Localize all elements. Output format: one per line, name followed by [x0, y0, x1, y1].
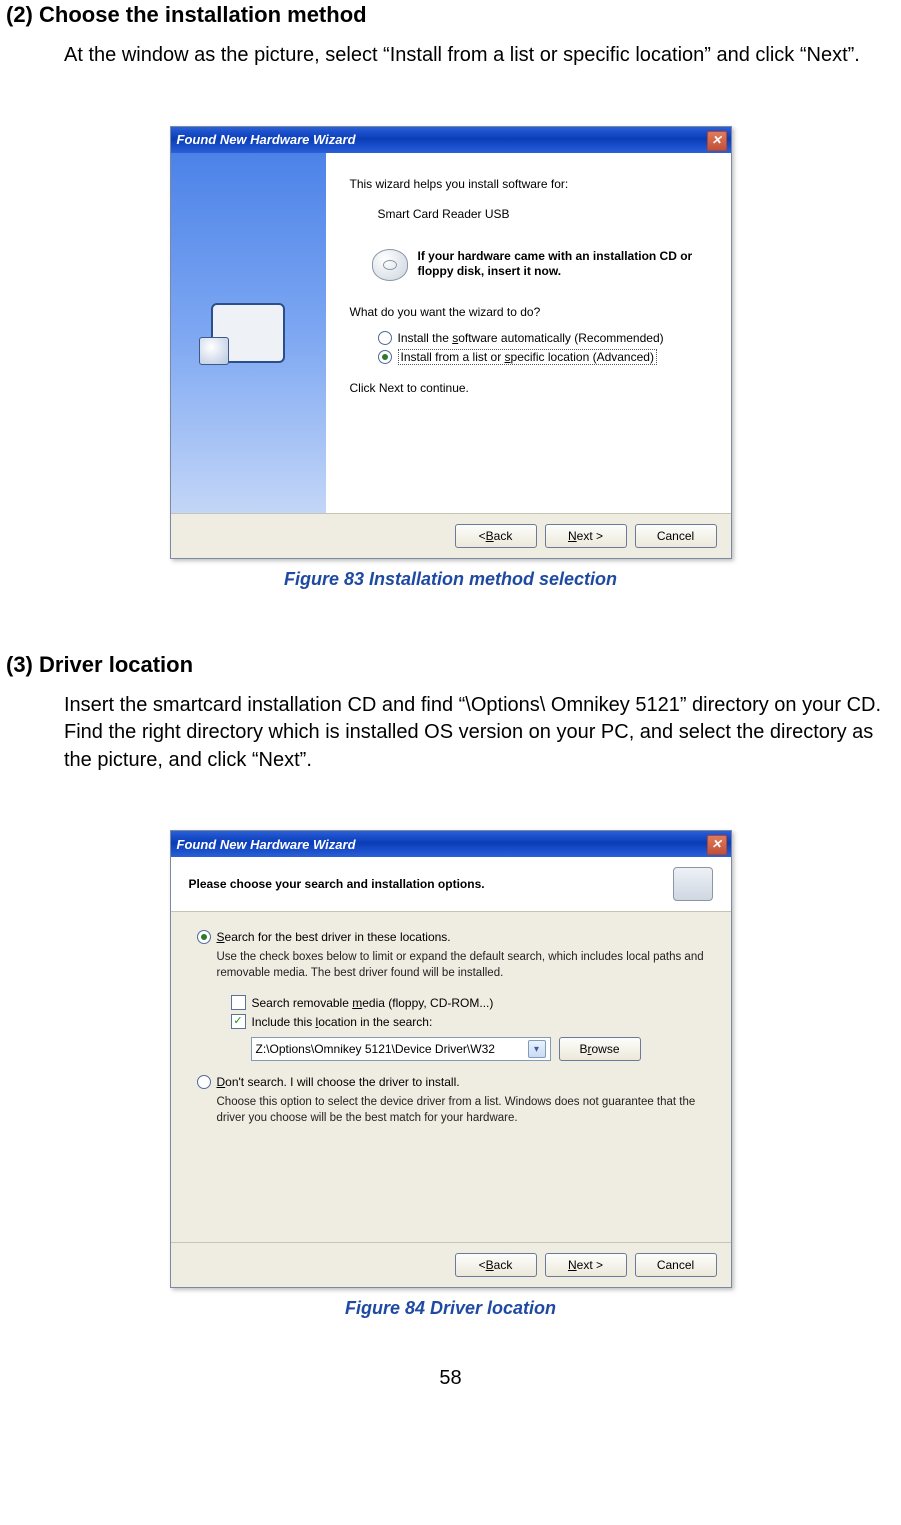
next-button[interactable]: Next >	[545, 524, 627, 548]
radio-icon	[378, 331, 392, 345]
t: B	[486, 529, 494, 543]
titlebar: Found New Hardware Wizard ✕	[171, 127, 731, 153]
button-bar: < Back Next > Cancel	[171, 1242, 731, 1287]
t: D	[217, 1075, 226, 1089]
t: pecific location (Advanced)	[511, 350, 654, 364]
t: B	[486, 1258, 494, 1272]
cancel-button[interactable]: Cancel	[635, 1253, 717, 1277]
section-3-heading: (3) Driver location	[0, 652, 901, 678]
t: ocation in the search:	[318, 1015, 432, 1029]
checkbox-removable-media[interactable]: Search removable media (floppy, CD-ROM..…	[231, 993, 705, 1012]
dont-search-note: Choose this option to select the device …	[217, 1095, 705, 1126]
radio-label: Search for the best driver in these loca…	[217, 930, 451, 944]
cd-hint-text: If your hardware came with an installati…	[418, 249, 713, 279]
page-number: 58	[0, 1367, 901, 1390]
button-bar: < Back Next > Cancel	[171, 513, 731, 558]
t: ack	[494, 529, 513, 543]
cd-hint: If your hardware came with an installati…	[372, 249, 713, 281]
lead-text: This wizard helps you install software f…	[350, 177, 713, 191]
browse-button[interactable]: Browse	[559, 1037, 641, 1061]
t: ext >	[577, 1258, 603, 1272]
t: ack	[494, 1258, 513, 1272]
click-next-text: Click Next to continue.	[350, 381, 713, 395]
t: edia (floppy, CD-ROM...)	[362, 996, 493, 1010]
close-icon[interactable]: ✕	[707, 835, 727, 855]
wizard-side-graphic	[171, 153, 326, 513]
wizard-content: This wizard helps you install software f…	[171, 153, 731, 513]
figure-84: Found New Hardware Wizard ✕ Please choos…	[0, 830, 901, 1319]
checkbox-checked-icon	[231, 1014, 246, 1029]
t: Install the	[398, 331, 453, 345]
hardware-icon	[211, 303, 285, 363]
t: ext >	[577, 529, 603, 543]
wizard-main: This wizard helps you install software f…	[326, 153, 731, 513]
window-title: Found New Hardware Wizard	[177, 132, 356, 147]
t: B	[579, 1042, 587, 1056]
wizard-header: Please choose your search and installati…	[171, 857, 731, 912]
figure-84-caption: Figure 84 Driver location	[345, 1298, 556, 1319]
back-button[interactable]: < Back	[455, 1253, 537, 1277]
t: on't search. I will choose the driver to…	[225, 1075, 459, 1089]
radio-selected-icon	[378, 350, 392, 364]
t: <	[479, 529, 486, 543]
t: N	[568, 1258, 577, 1272]
t: earch for the best driver in these locat…	[225, 930, 451, 944]
radio-selected-icon	[197, 930, 211, 944]
t: Include this	[252, 1015, 316, 1029]
t: <	[479, 1258, 486, 1272]
t: Search removable	[252, 996, 353, 1010]
prompt-text: What do you want the wizard to do?	[350, 305, 713, 319]
radio-install-advanced[interactable]: Install from a list or specific location…	[378, 347, 713, 367]
path-value: Z:\Options\Omnikey 5121\Device Driver\W3…	[256, 1042, 495, 1056]
window-title: Found New Hardware Wizard	[177, 837, 356, 852]
wizard-window-84: Found New Hardware Wizard ✕ Please choos…	[170, 830, 732, 1288]
back-button[interactable]: < Back	[455, 524, 537, 548]
chevron-down-icon[interactable]: ▾	[528, 1040, 546, 1058]
wizard-body: Search for the best driver in these loca…	[171, 912, 731, 1242]
search-note: Use the check boxes below to limit or ex…	[217, 950, 705, 981]
radio-icon	[197, 1075, 211, 1089]
cd-icon	[372, 249, 408, 281]
radio-label: Install the software automatically (Reco…	[398, 331, 664, 345]
radio-group: Install the software automatically (Reco…	[378, 329, 713, 367]
section-2-heading: (2) Choose the installation method	[0, 2, 901, 28]
t: S	[217, 930, 225, 944]
t: Install from a list or	[401, 350, 505, 364]
radio-search-best[interactable]: Search for the best driver in these loca…	[197, 930, 705, 944]
checkbox-label: Search removable media (floppy, CD-ROM..…	[252, 996, 494, 1010]
figure-83: Found New Hardware Wizard ✕ This wizard …	[0, 126, 901, 590]
wizard-window-83: Found New Hardware Wizard ✕ This wizard …	[170, 126, 732, 559]
section-3-paragraph: Insert the smartcard installation CD and…	[64, 692, 895, 775]
section-2-paragraph: At the window as the picture, select “In…	[64, 42, 895, 70]
t: owse	[592, 1042, 620, 1056]
checkbox-label: Include this location in the search:	[252, 1015, 433, 1029]
radio-label-selected: Install from a list or specific location…	[398, 349, 657, 365]
location-row: Z:\Options\Omnikey 5121\Device Driver\W3…	[251, 1037, 705, 1061]
location-path-combobox[interactable]: Z:\Options\Omnikey 5121\Device Driver\W3…	[251, 1037, 551, 1061]
figure-83-caption: Figure 83 Installation method selection	[284, 569, 617, 590]
titlebar: Found New Hardware Wizard ✕	[171, 831, 731, 857]
next-button[interactable]: Next >	[545, 1253, 627, 1277]
header-title: Please choose your search and installati…	[189, 877, 485, 891]
hardware-icon	[673, 867, 713, 901]
t: N	[568, 529, 577, 543]
checkbox-include-location[interactable]: Include this location in the search:	[231, 1012, 705, 1031]
radio-label: Don't search. I will choose the driver t…	[217, 1075, 460, 1089]
device-name: Smart Card Reader USB	[378, 207, 713, 221]
t: m	[352, 996, 362, 1010]
radio-install-auto[interactable]: Install the software automatically (Reco…	[378, 329, 713, 347]
radio-dont-search[interactable]: Don't search. I will choose the driver t…	[197, 1075, 705, 1089]
cancel-button[interactable]: Cancel	[635, 524, 717, 548]
close-icon[interactable]: ✕	[707, 131, 727, 151]
checkbox-icon	[231, 995, 246, 1010]
t: oftware automatically (Recommended)	[458, 331, 663, 345]
